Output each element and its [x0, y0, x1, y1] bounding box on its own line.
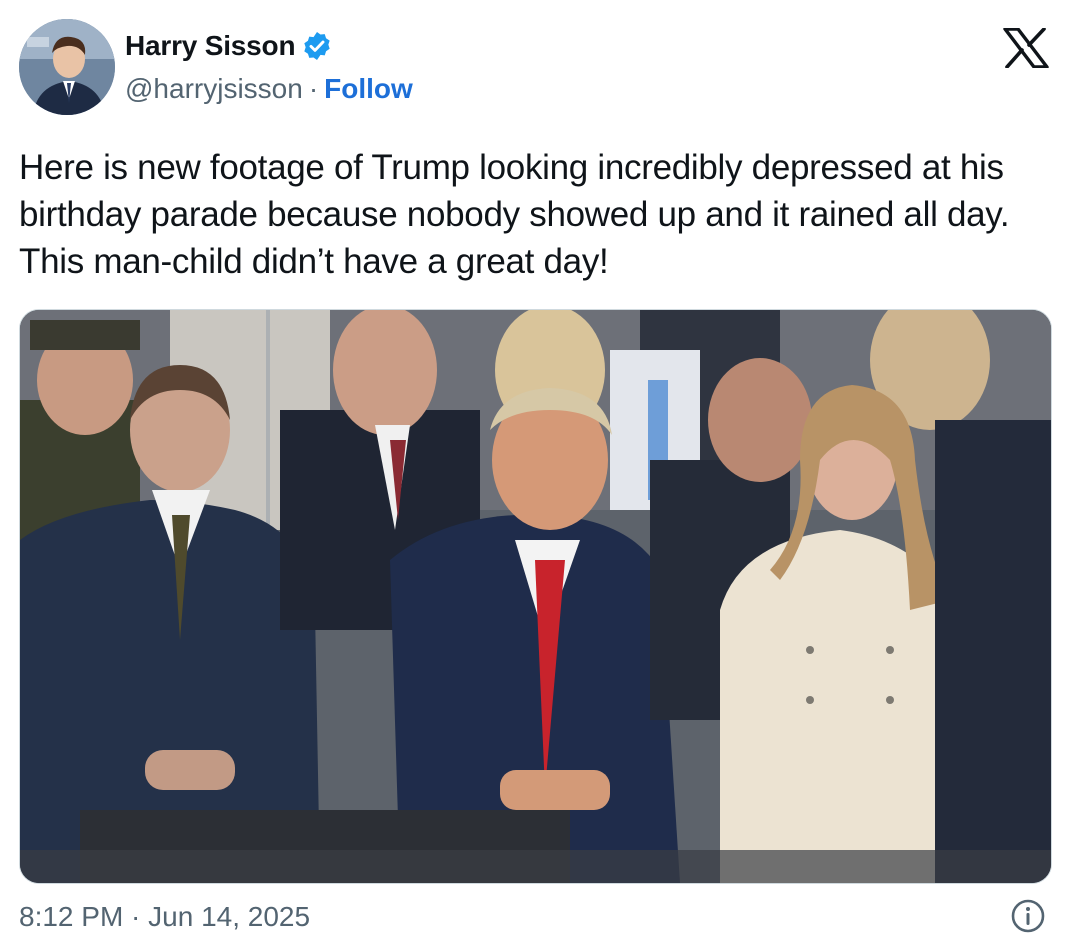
separator-dot: · [308, 73, 319, 104]
x-logo-icon[interactable] [1003, 27, 1049, 69]
info-icon[interactable] [1010, 898, 1046, 934]
verified-badge-icon [301, 30, 333, 62]
tweet-text: Here is new footage of Trump looking inc… [19, 148, 1010, 281]
author-name[interactable]: Harry Sisson [125, 30, 296, 62]
tweet-timestamp[interactable]: 8:12 PM · Jun 14, 2025 [19, 901, 310, 933]
author-name-row: Harry Sisson [125, 30, 333, 62]
tweet-media-image[interactable] [19, 309, 1052, 884]
author-handle[interactable]: @harryjsisson [125, 73, 303, 105]
author-avatar[interactable] [19, 19, 115, 115]
author-handle-row: @harryjsisson · Follow [125, 73, 413, 105]
follow-button[interactable]: Follow [324, 73, 413, 105]
